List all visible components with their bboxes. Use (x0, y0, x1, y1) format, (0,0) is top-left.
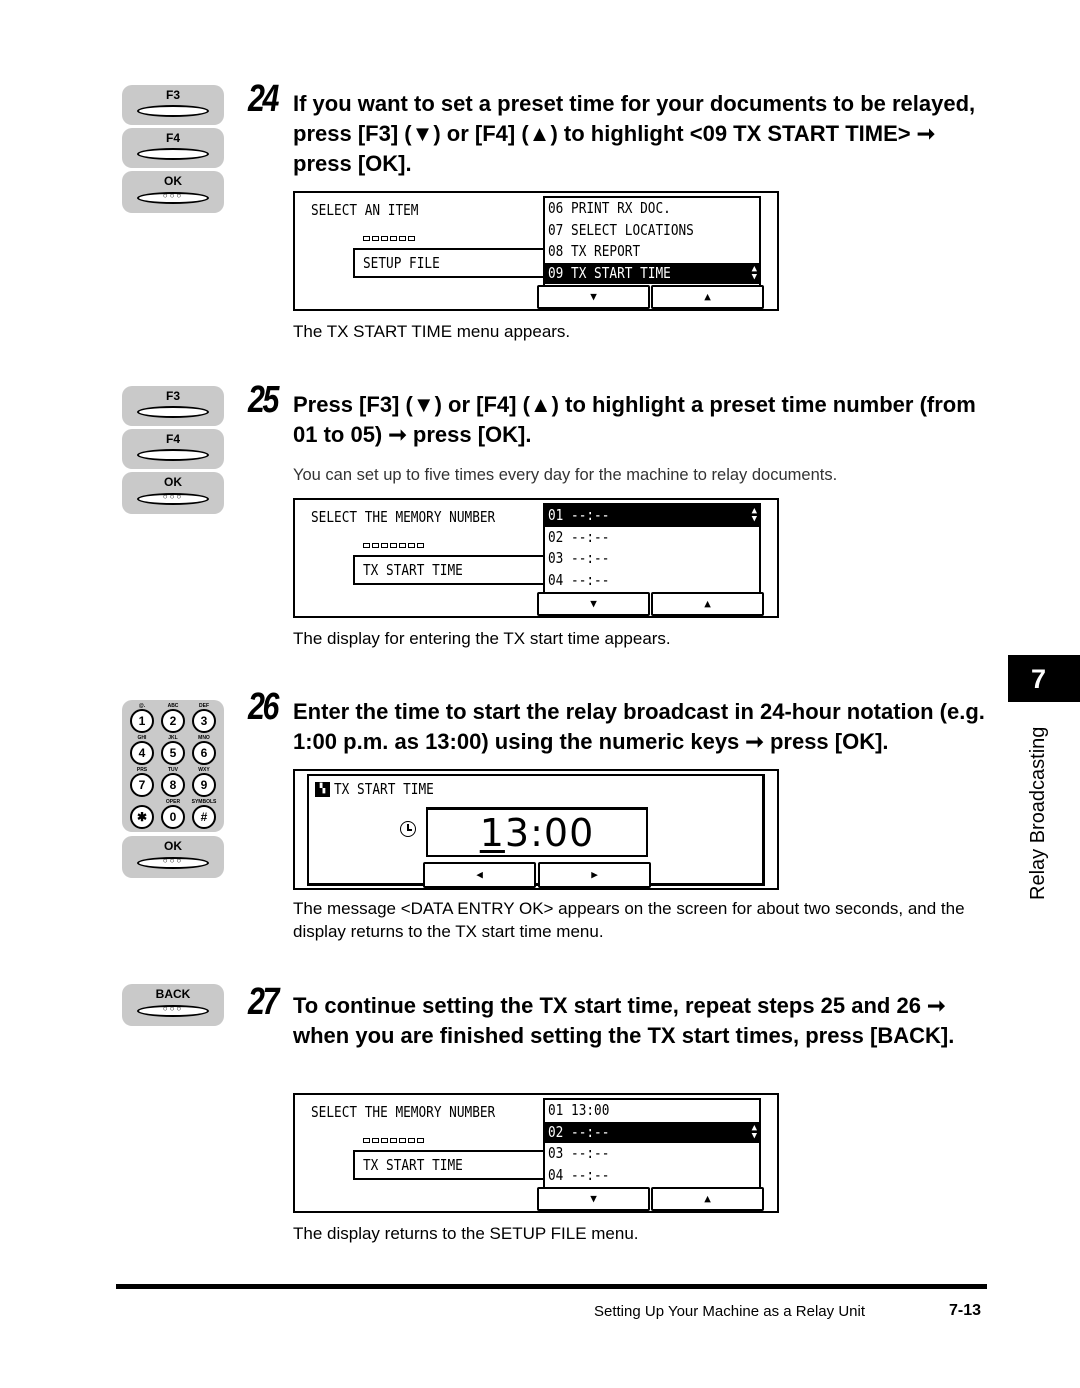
menu-item[interactable]: 06 PRINT RX DOC. (545, 198, 759, 220)
f3-key-label: F3 (165, 88, 180, 102)
ok-key-label: OK (164, 475, 182, 489)
footer-section-title: Setting Up Your Machine as a Relay Unit (594, 1303, 865, 1320)
f3-key[interactable]: F3 (122, 386, 224, 426)
ok-key-label: OK (164, 174, 182, 188)
key-7[interactable]: 7 (130, 773, 154, 797)
right-button[interactable]: ▶ (538, 862, 651, 888)
down-button[interactable]: ▼ (537, 285, 650, 309)
left-button[interactable]: ◀ (423, 862, 536, 888)
step-25-number: 25 (248, 379, 279, 421)
menu-item[interactable]: 07 SELECT LOCATIONS (545, 220, 759, 242)
f3-key-label: F3 (165, 389, 180, 403)
memory-list: 01 --:-- ▲ ▼ 02 --:-- 03 --:-- 04 --:-- (543, 503, 761, 593)
key-0[interactable]: 0 (161, 805, 185, 829)
key-9[interactable]: 9 (192, 773, 216, 797)
key-star[interactable]: ✱ (130, 805, 154, 829)
page-number: 7-13 (949, 1302, 982, 1319)
key-1[interactable]: 1 (130, 709, 154, 733)
clock-icon (400, 821, 416, 837)
back-key-label: BACK (155, 987, 191, 1001)
down-button[interactable]: ▼ (537, 592, 650, 616)
key-8[interactable]: 8 (161, 773, 185, 797)
ok-dots-icon: ○○○ (162, 191, 184, 200)
menu-item-selected[interactable]: 09 TX START TIME ▲ ▼ (545, 262, 759, 284)
menu-mode-icon: ▚ (315, 781, 330, 797)
f4-key[interactable]: F4 (122, 128, 224, 168)
input-indicator (363, 540, 426, 551)
up-button[interactable]: ▲ (651, 592, 764, 616)
lcd-memory-number-updated: SELECT THE MEMORY NUMBER TX START TIME 0… (293, 1093, 779, 1213)
numeric-keypad: @. ABC DEF 1 2 3 GHI JKL MNO 4 5 6 PRS T… (122, 700, 224, 832)
memory-list: 01 13:00 02 --:-- ▲ ▼ 03 --:-- 04 --:-- (543, 1098, 761, 1188)
memory-item-selected[interactable]: 01 --:-- ▲ ▼ (545, 505, 759, 527)
step-27-note: The display returns to the SETUP FILE me… (293, 1224, 639, 1243)
lcd-setup-file: SELECT AN ITEM SETUP FILE 06 PRINT RX DO… (293, 191, 779, 311)
ok-key[interactable]: OK ○○○ (122, 836, 224, 878)
time-value: 3:00 (504, 811, 595, 855)
menu-list: 06 PRINT RX DOC. 07 SELECT LOCATIONS 08 … (543, 196, 761, 286)
memory-item-selected[interactable]: 02 --:-- ▲ ▼ (545, 1121, 759, 1143)
footer-rule (116, 1284, 987, 1289)
chapter-side-label: Relay Broadcasting (1027, 726, 1049, 900)
input-indicator (363, 233, 417, 244)
step-27-number: 27 (248, 981, 279, 1023)
lcd-title: ▚ TX START TIME (315, 780, 451, 798)
step-26-note: The message <DATA ENTRY OK> appears on t… (293, 899, 965, 941)
step-24-note: The TX START TIME menu appears. (293, 322, 571, 341)
ok-key[interactable]: OK ○○○ (122, 472, 224, 514)
memory-item[interactable]: 03 --:-- (545, 548, 759, 570)
input-indicator (363, 1135, 426, 1146)
memory-item[interactable]: 03 --:-- (545, 1143, 759, 1165)
step-25-subnote: You can set up to five times every day f… (293, 466, 838, 484)
key-hash[interactable]: # (192, 805, 216, 829)
lcd-title: SELECT THE MEMORY NUMBER (311, 508, 496, 526)
step-26-text: Enter the time to start the relay broadc… (293, 699, 985, 754)
key-2[interactable]: 2 (161, 709, 185, 733)
memory-item[interactable]: 04 --:-- (545, 1165, 759, 1187)
f3-key[interactable]: F3 (122, 85, 224, 125)
key-6[interactable]: 6 (192, 741, 216, 765)
back-key[interactable]: BACK ○○○ (122, 984, 224, 1026)
time-input[interactable]: 13:00 (426, 807, 648, 857)
back-dots-icon: ○○○ (162, 1004, 184, 1013)
ok-key-label: OK (164, 839, 182, 853)
lcd-title: SELECT AN ITEM (311, 201, 419, 219)
f4-key-label: F4 (165, 131, 180, 145)
scroll-updown-icon: ▲ ▼ (751, 1122, 757, 1141)
f4-key[interactable]: F4 (122, 429, 224, 469)
key-4[interactable]: 4 (130, 741, 154, 765)
key-5[interactable]: 5 (161, 741, 185, 765)
step-24-number: 24 (248, 78, 279, 120)
ok-dots-icon: ○○○ (162, 492, 184, 501)
step-24-text: If you want to set a preset time for you… (293, 91, 976, 176)
lcd-field: TX START TIME (353, 555, 543, 585)
lcd-field: TX START TIME (353, 1150, 543, 1180)
menu-item[interactable]: 08 TX REPORT (545, 241, 759, 263)
scroll-updown-icon: ▲ ▼ (751, 263, 757, 282)
step-27-text: To continue setting the TX start time, r… (293, 993, 955, 1048)
up-button[interactable]: ▲ (651, 1187, 764, 1211)
f4-key-label: F4 (165, 432, 180, 446)
ok-dots-icon: ○○○ (162, 856, 184, 865)
lcd-field: SETUP FILE (353, 248, 543, 278)
ok-key[interactable]: OK ○○○ (122, 171, 224, 213)
up-button[interactable]: ▲ (651, 285, 764, 309)
memory-item[interactable]: 04 --:-- (545, 570, 759, 592)
step-26-number: 26 (248, 686, 279, 728)
scroll-updown-icon: ▲ ▼ (751, 506, 757, 524)
lcd-title: SELECT THE MEMORY NUMBER (311, 1103, 496, 1121)
time-cursor-digit: 1 (479, 811, 505, 855)
memory-item[interactable]: 02 --:-- (545, 527, 759, 549)
key-3[interactable]: 3 (192, 709, 216, 733)
step-25-note: The display for entering the TX start ti… (293, 629, 671, 648)
lcd-memory-number: SELECT THE MEMORY NUMBER TX START TIME 0… (293, 498, 779, 618)
step-25-text: Press [F3] (▼) or [F4] (▲) to highlight … (293, 392, 976, 447)
lcd-time-entry: ▚ TX START TIME 13:00 ◀ ▶ (293, 769, 779, 890)
memory-item[interactable]: 01 13:00 (545, 1100, 759, 1122)
down-button[interactable]: ▼ (537, 1187, 650, 1211)
chapter-tab: 7 (1008, 655, 1080, 702)
